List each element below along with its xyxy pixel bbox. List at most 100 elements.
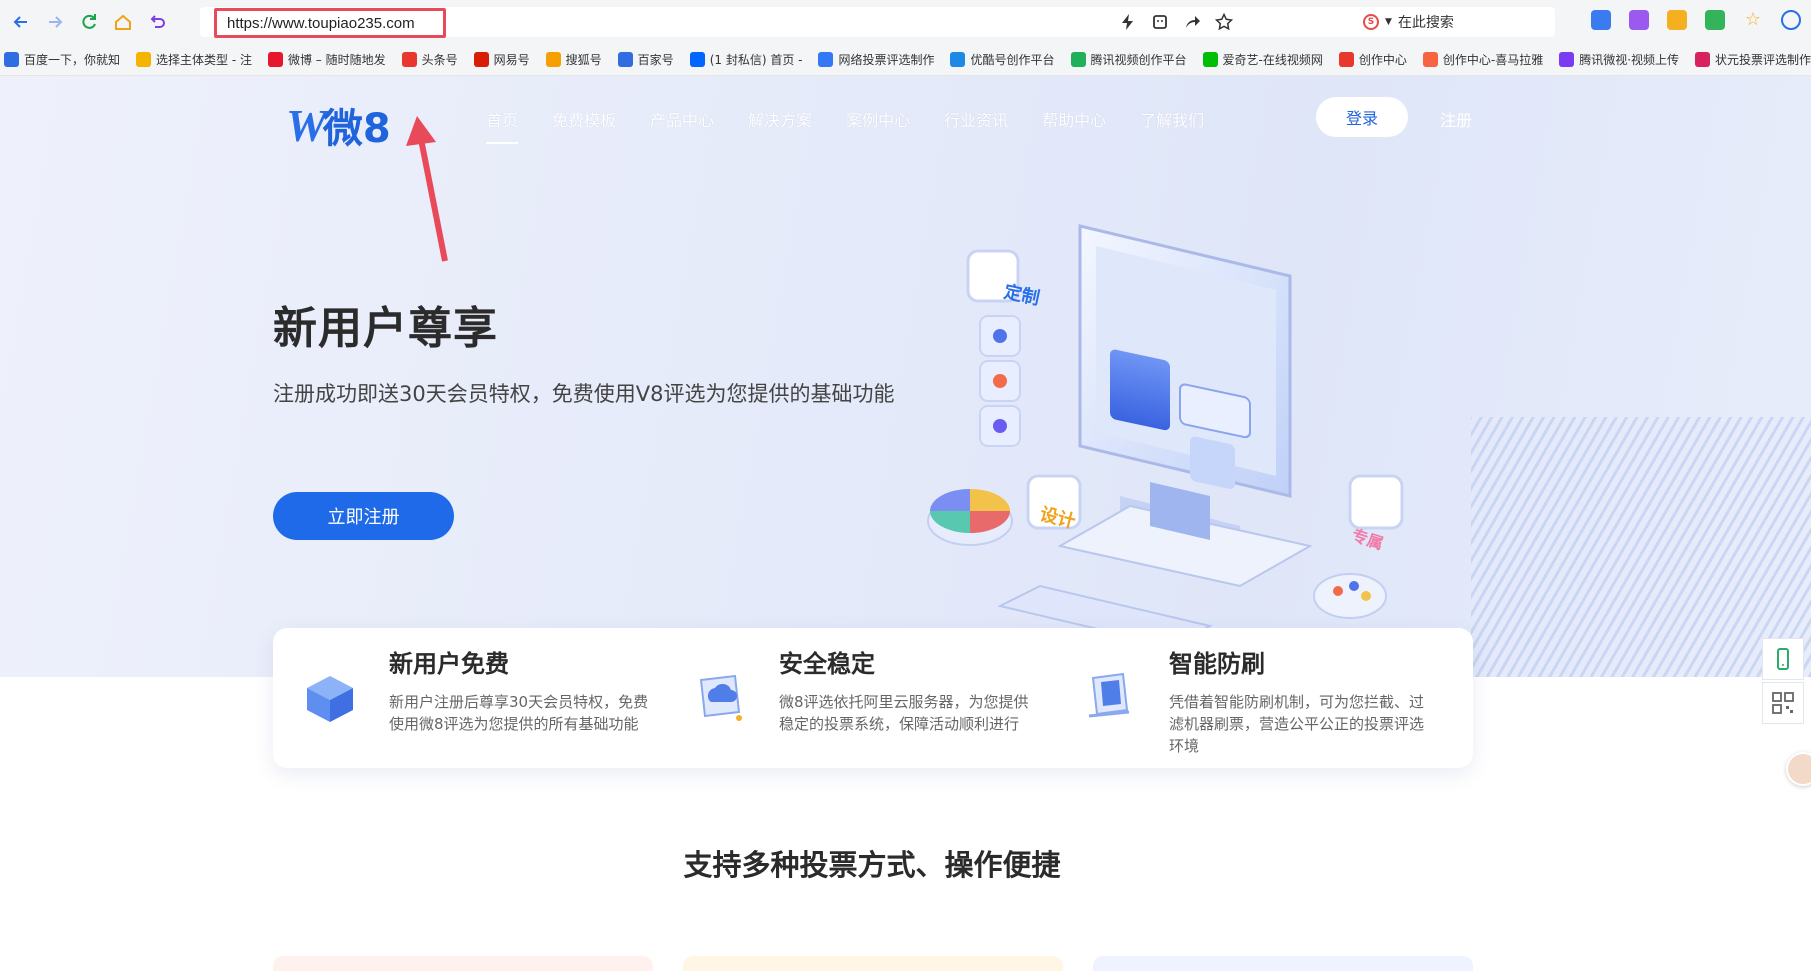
bookmark-favicon-icon [1695, 52, 1711, 67]
feature-secure-desc: 微8评选依托阿里云服务器，为您提供稳定的投票系统，保障活动顺利进行 [779, 693, 1029, 733]
features-card: 新用户免费 新用户注册后尊享30天会员特权，免费使用微8评选为您提供的所有基础功… [273, 628, 1473, 768]
logo-text: 微8 [322, 106, 391, 152]
bookmark-label: 创作中心 [1358, 53, 1407, 67]
bookmark-item[interactable]: 头条号 [401, 51, 458, 68]
bookmark-label: 微博 – 随时随地发 [287, 53, 386, 67]
undo-icon [150, 15, 165, 28]
bookmark-label: (1 封私信) 首页 - [709, 53, 803, 67]
bookmark-label: 爱奇艺-在线视频网 [1222, 53, 1323, 67]
method-card-2[interactable] [683, 956, 1063, 971]
bookmark-favicon-icon [401, 52, 417, 67]
bookmark-favicon-icon [136, 52, 152, 67]
login-button[interactable]: 登录 [1316, 97, 1408, 137]
feature-anti-fraud-title: 智能防刷 [1169, 650, 1265, 678]
bookmark-label: 选择主体类型 - 注 [156, 53, 252, 67]
main-nav: 首页 免费模板 产品中心 解决方案 案例中心 行业资讯 帮助中心 了解我们 [486, 107, 1238, 144]
bookmark-item[interactable]: 百度一下，你就知 [4, 51, 120, 68]
download-icon[interactable] [1781, 10, 1801, 30]
bookmark-label: 头条号 [421, 53, 458, 67]
bookmark-label: 腾讯视频创作平台 [1090, 53, 1187, 67]
annotation-arrow [406, 116, 448, 262]
register-now-button[interactable]: 立即注册 [273, 492, 454, 540]
bookmark-item[interactable]: 腾讯视频创作平台 [1070, 51, 1187, 68]
nav-free-templates[interactable]: 免费模板 [552, 107, 616, 131]
bookmark-item[interactable]: 网络投票评选制作 [818, 51, 934, 68]
nav-solutions[interactable]: 解决方案 [748, 107, 812, 131]
bookmark-favicon-icon [818, 52, 834, 67]
lightning-icon[interactable] [1119, 13, 1137, 31]
share-icon[interactable] [1183, 13, 1201, 31]
qrcode-icon [1772, 692, 1794, 714]
nav-products[interactable]: 产品中心 [650, 107, 714, 131]
home-icon [115, 14, 131, 30]
feature-free-desc: 新用户注册后尊享30天会员特权，免费使用微8评选为您提供的所有基础功能 [389, 693, 649, 733]
mobile-float-button[interactable] [1762, 638, 1804, 680]
mobile-phone-icon [1777, 648, 1789, 670]
search-engine-icon: S [1363, 14, 1379, 30]
bookmark-label: 百度一下，你就知 [24, 53, 121, 67]
forward-button[interactable] [38, 5, 72, 39]
bookmark-label: 创作中心-喜马拉雅 [1442, 53, 1544, 67]
home-button[interactable] [106, 5, 140, 39]
bookmark-item[interactable]: 搜狐号 [545, 51, 602, 68]
register-link[interactable]: 注册 [1440, 107, 1472, 131]
search-box[interactable]: S ▼ 在此搜索 [1355, 7, 1555, 37]
nav-industry-news[interactable]: 行业资讯 [944, 107, 1008, 131]
site-logo[interactable]: W 微8 [286, 96, 391, 154]
nav-help[interactable]: 帮助中心 [1042, 107, 1106, 131]
reload-icon [82, 14, 96, 29]
puzzle-icon[interactable] [1705, 10, 1725, 30]
feature-anti-fraud: 智能防刷 凭借着智能防刷机制，可为您拦截、过滤机器刷票，营造公平公正的投票评选环… [1053, 628, 1443, 768]
nav-about[interactable]: 了解我们 [1140, 107, 1204, 131]
address-bar[interactable]: https://www.toupiao235.com [200, 7, 1555, 38]
qrcode-float-button[interactable] [1762, 682, 1804, 724]
bookmark-item[interactable]: 创作中心-喜马拉雅 [1422, 51, 1544, 68]
bookmark-item[interactable]: 百家号 [617, 51, 674, 68]
bookmark-item[interactable]: 微博 – 随时随地发 [267, 51, 386, 68]
back-button[interactable] [4, 5, 38, 39]
bookmark-item[interactable]: 选择主体类型 - 注 [136, 51, 252, 68]
favorite-star-icon[interactable]: ☆ [1743, 10, 1763, 30]
browser-right-tools: ☆ [1591, 10, 1801, 30]
bookmark-favicon-icon [1202, 52, 1218, 67]
bookmark-item[interactable]: 创作中心 [1338, 51, 1407, 68]
reload-button[interactable] [72, 5, 106, 39]
bookmark-label: 搜狐号 [565, 53, 602, 67]
url-field-highlighted[interactable]: https://www.toupiao235.com [214, 8, 446, 38]
bookmark-favicon-icon [1338, 52, 1354, 67]
method-card-3[interactable] [1093, 956, 1473, 971]
translate-icon[interactable] [1591, 10, 1611, 30]
cube-stack-icon [307, 676, 353, 722]
extension-purple-icon[interactable] [1629, 10, 1649, 30]
hero-illustration [927, 224, 1404, 648]
bookmark-favicon-icon [950, 52, 966, 67]
arrow-left-icon [13, 16, 27, 28]
bookmark-favicon-icon [473, 52, 489, 67]
bookmark-item[interactable]: 网易号 [473, 51, 530, 68]
logo-mark: W [286, 99, 327, 151]
bookmark-label: 网易号 [493, 53, 530, 67]
bookmark-label: 状元投票评选制作 [1715, 53, 1811, 67]
nav-cases[interactable]: 案例中心 [846, 107, 910, 131]
nav-home[interactable]: 首页 [486, 107, 519, 144]
method-card-1[interactable] [273, 956, 653, 971]
bookmark-favicon-icon [545, 52, 561, 67]
search-dropdown-icon: ▼ [1385, 17, 1392, 27]
section-title: 支持多种投票方式、操作便捷 [683, 848, 1061, 882]
undo-button[interactable] [140, 5, 174, 39]
bookmark-item[interactable]: (1 封私信) 首页 - [689, 51, 803, 68]
star-icon[interactable] [1215, 13, 1233, 31]
voting-method-cards [273, 956, 1473, 971]
feature-free-title: 新用户免费 [389, 650, 509, 678]
service-avatar[interactable] [1786, 752, 1811, 786]
shield-screen-icon [1088, 672, 1130, 718]
folder-icon[interactable] [1667, 10, 1687, 30]
bookmark-item[interactable]: 优酷号创作平台 [950, 51, 1055, 68]
reader-icon[interactable] [1151, 13, 1169, 31]
bookmark-favicon-icon [4, 52, 19, 67]
bookmark-item[interactable]: 腾讯微视·视频上传 [1559, 51, 1679, 68]
bookmark-item[interactable]: 爱奇艺-在线视频网 [1202, 51, 1323, 68]
bookmark-item[interactable]: 状元投票评选制作 [1695, 51, 1811, 68]
feature-secure-title: 安全稳定 [779, 650, 875, 678]
bookmark-favicon-icon [689, 52, 705, 67]
